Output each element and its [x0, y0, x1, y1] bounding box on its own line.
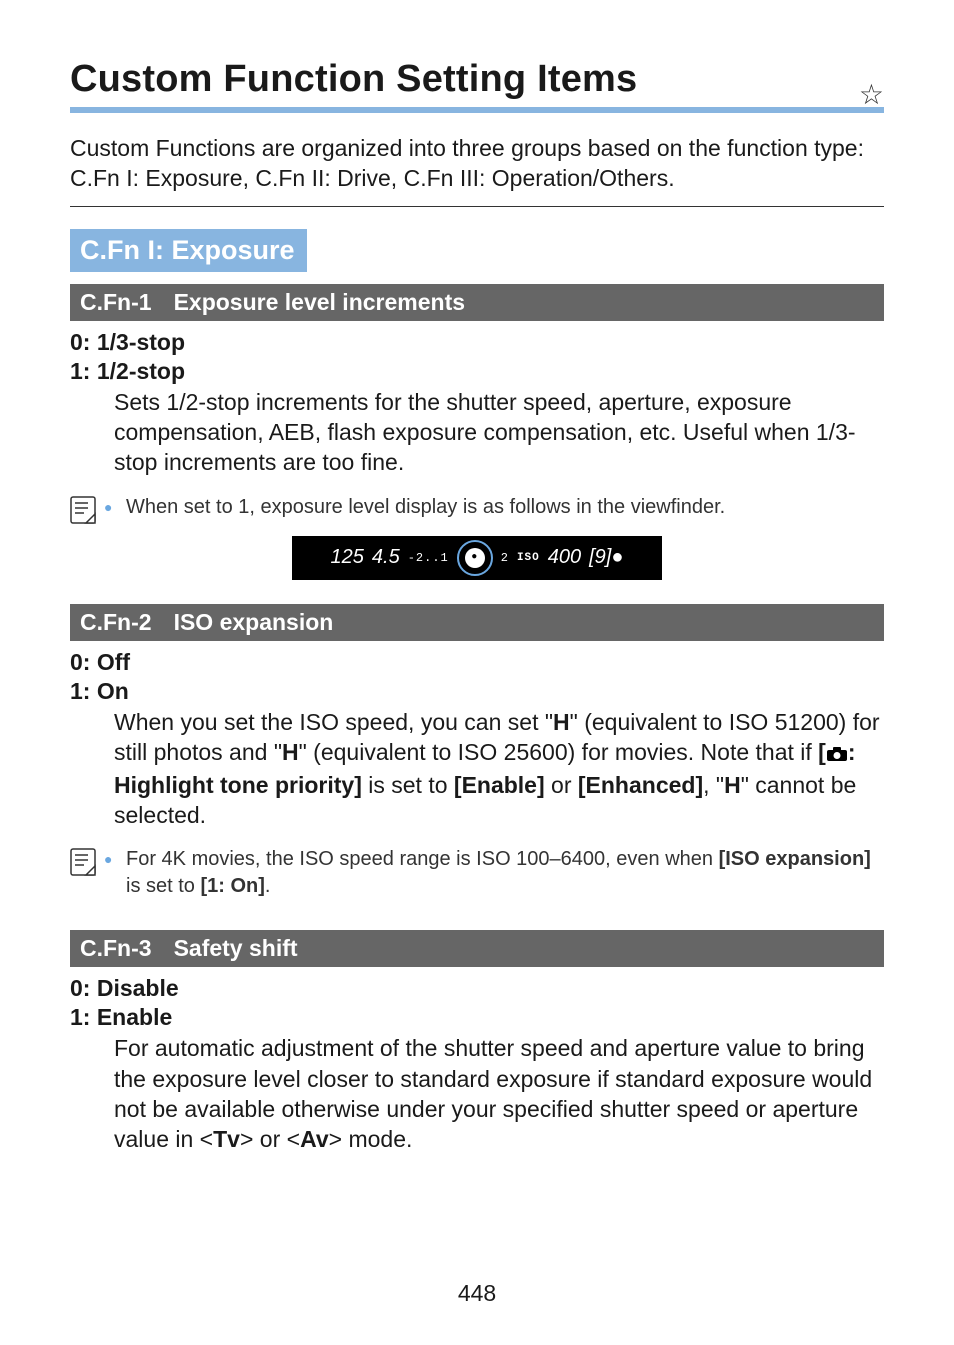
cfn2-number: C.Fn-2 — [80, 609, 152, 636]
cfn1-title: Exposure level increments — [174, 289, 465, 316]
cfn2-body-h2: H — [282, 739, 299, 765]
vf-aperture: 4.5 — [372, 546, 400, 569]
title-underline — [70, 107, 884, 113]
cfn3-option-0: 0: Disable — [70, 975, 884, 1002]
cfn3-title: Safety shift — [174, 935, 298, 962]
cfn1-number: C.Fn-1 — [80, 289, 152, 316]
cfn2-title: ISO expansion — [174, 609, 334, 636]
cfn2-note-text: For 4K movies, the ISO speed range is IS… — [104, 846, 884, 900]
cfn2-body-h3: H — [724, 772, 741, 798]
cfn2-body-p6: , " — [703, 772, 724, 798]
cfn1-note: When set to 1, exposure level display is… — [70, 494, 884, 524]
cfn2-body-p1: When you set the ISO speed, you can set … — [114, 709, 553, 735]
cfn1-body: Sets 1/2-stop increments for the shutter… — [114, 387, 884, 478]
cfn2-body-enhanced: [Enhanced] — [578, 772, 703, 798]
vf-iso-label: ISO — [517, 552, 540, 564]
cfn3-body: For automatic adjustment of the shutter … — [114, 1033, 884, 1154]
cfn2-body-p5: or — [545, 772, 578, 798]
vf-iso-value: 400 — [548, 546, 581, 569]
cfn2-note-p2: is set to — [126, 875, 200, 897]
cfn2-body-h1: H — [553, 709, 570, 735]
vf-scale-left: -2..1 — [408, 551, 449, 565]
cfn2-note-p1: For 4K movies, the ISO speed range is IS… — [126, 848, 719, 870]
cfn2-body-p3: " (equivalent to ISO 25600) for movies. … — [299, 739, 819, 765]
cfn3-body-p2: > or < — [240, 1126, 300, 1152]
vf-center-dot: ● — [465, 548, 485, 568]
cfn2-body: When you set the ISO speed, you can set … — [114, 707, 884, 830]
page-title: Custom Function Setting Items — [70, 58, 884, 107]
note-icon — [70, 496, 96, 524]
page-number: 448 — [0, 1280, 954, 1307]
cfn3-option-1: 1: Enable — [70, 1004, 884, 1031]
cfn3-header: C.Fn-3 Safety shift — [70, 930, 884, 967]
cfn2-option-0: 0: Off — [70, 649, 884, 676]
cfn2-body-p4: is set to — [362, 772, 454, 798]
cfn2-body-bracket: [ — [818, 739, 826, 765]
cfn3-body-tv: Tv — [213, 1126, 240, 1152]
note-icon — [70, 848, 96, 876]
cfn1-note-text: When set to 1, exposure level display is… — [104, 494, 884, 521]
cfn2-note-iso: [ISO expansion] — [719, 848, 871, 870]
star-icon: ☆ — [859, 78, 884, 111]
camera-icon — [826, 739, 848, 769]
cfn2-body-enable: [Enable] — [454, 772, 545, 798]
cfn2-note: For 4K movies, the ISO speed range is IS… — [70, 846, 884, 900]
cfn2-note-on: [1: On] — [200, 875, 264, 897]
intro-text: Custom Functions are organized into thre… — [70, 133, 884, 207]
vf-center-circle: ● — [457, 540, 493, 576]
cfn3-body-av: Av — [300, 1126, 329, 1152]
viewfinder-display: 125 4.5 -2..1 ● 2 ISO 400 [9]● — [292, 536, 662, 580]
vf-scale-right: 2 — [501, 551, 509, 565]
vf-shots: [9]● — [589, 546, 623, 569]
vf-shutter: 125 — [331, 546, 364, 569]
cfn1-option-0: 0: 1/3-stop — [70, 329, 884, 356]
group-heading-exposure: C.Fn I: Exposure — [70, 229, 307, 272]
cfn2-note-p3: . — [265, 875, 271, 897]
cfn3-body-p3: > mode. — [329, 1126, 413, 1152]
cfn1-option-1: 1: 1/2-stop — [70, 358, 884, 385]
cfn3-number: C.Fn-3 — [80, 935, 152, 962]
cfn2-option-1: 1: On — [70, 678, 884, 705]
cfn1-header: C.Fn-1 Exposure level increments — [70, 284, 884, 321]
cfn2-header: C.Fn-2 ISO expansion — [70, 604, 884, 641]
